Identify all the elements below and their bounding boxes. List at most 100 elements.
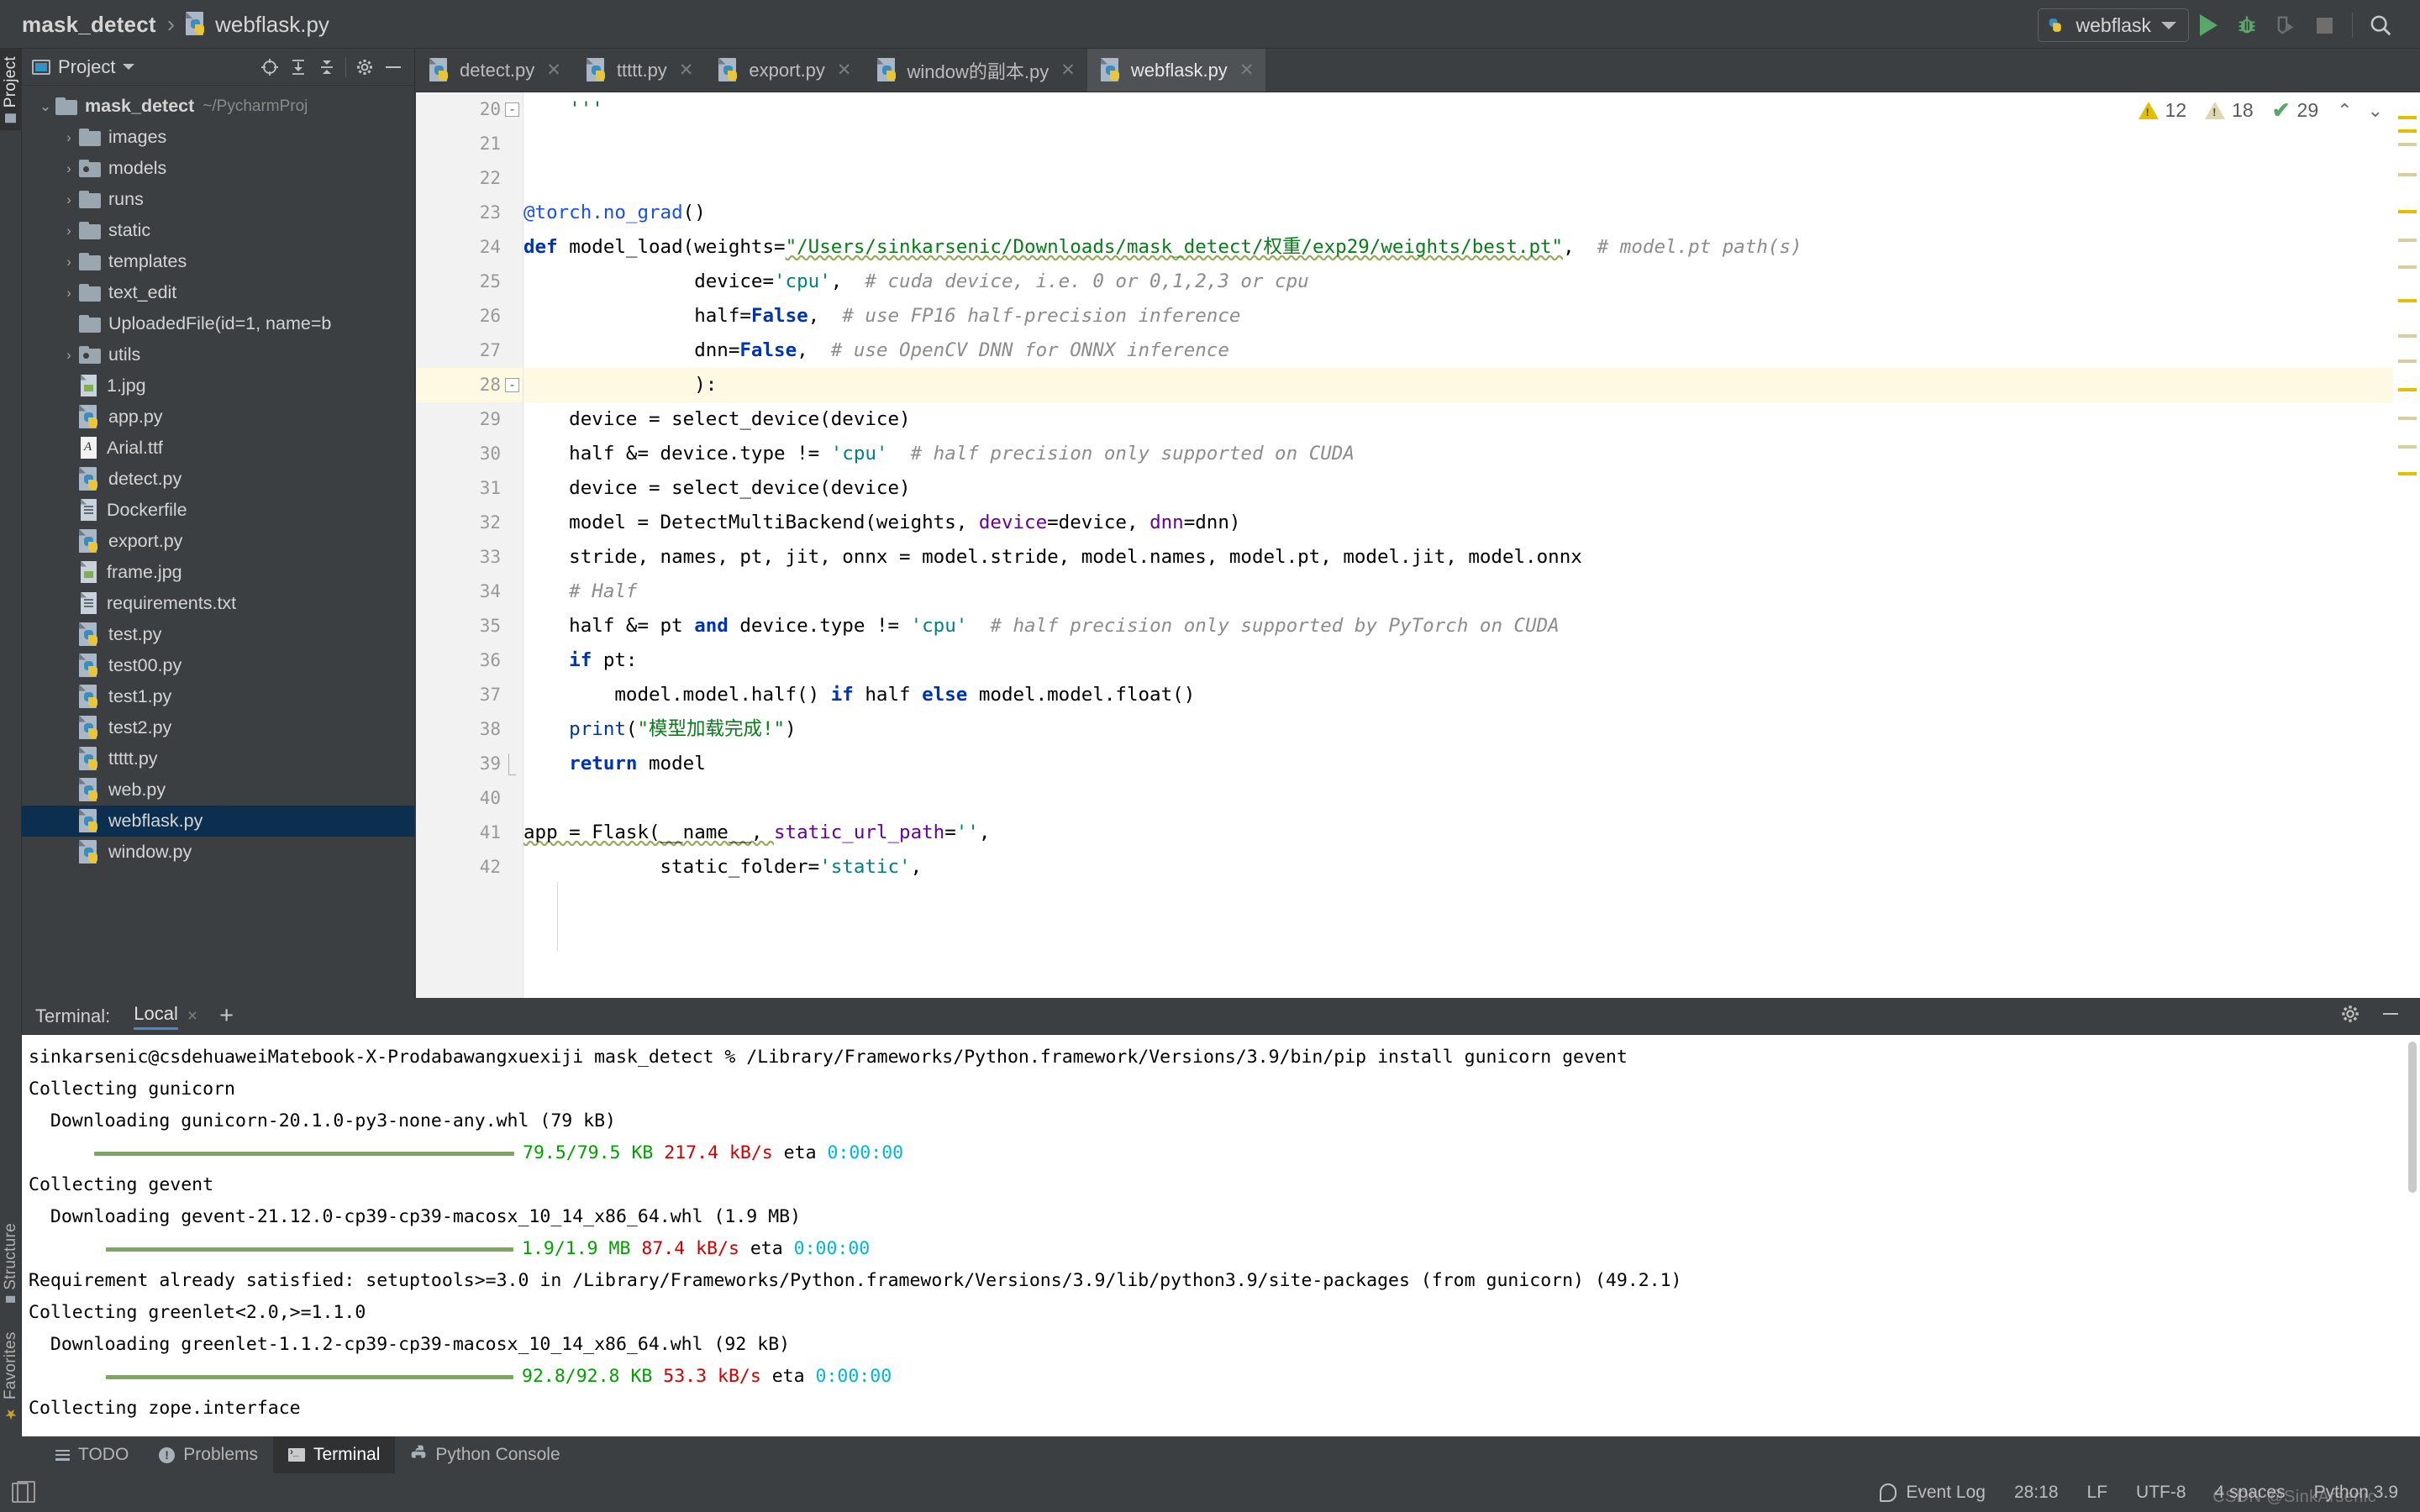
chevron-right-icon[interactable]: › [59, 347, 79, 364]
code-line[interactable]: if pt: [523, 643, 2393, 678]
inspection-marker-strip[interactable] [2393, 92, 2420, 998]
run-button[interactable] [2189, 8, 2228, 43]
editor-tab-webflask[interactable]: webflask.py ✕ [1086, 49, 1266, 92]
code-line[interactable]: # Half [523, 575, 2393, 609]
tree-item-utils[interactable]: › utils [22, 339, 414, 370]
code-line[interactable]: @torch.no_grad() [523, 196, 2393, 230]
tree-item-1-jpg[interactable]: 1.jpg [22, 370, 414, 402]
debug-button[interactable] [2228, 8, 2266, 43]
expand-all-icon[interactable] [284, 54, 313, 81]
multiple-files-icon[interactable] [12, 1481, 35, 1503]
tree-item-uploadedfile-id-1-name-b[interactable]: UploadedFile(id=1, name=b [22, 308, 414, 339]
terminal-tab-local[interactable]: Local [134, 1003, 178, 1030]
code-line[interactable]: half &= pt and device.type != 'cpu' # ha… [523, 609, 2393, 643]
chevron-down-icon[interactable] [123, 64, 135, 70]
chevron-right-icon[interactable]: › [59, 192, 79, 208]
code-line[interactable]: app = Flask(__name__, static_url_path=''… [523, 816, 2393, 850]
terminal-scrollbar[interactable] [2408, 1042, 2417, 1193]
tree-item-models[interactable]: › models [22, 153, 414, 184]
code-line[interactable]: half=False, # use FP16 half-precision in… [523, 299, 2393, 333]
editor-tab-export[interactable]: export.py ✕ [705, 49, 863, 92]
python-interpreter[interactable]: Python 3.9 [2314, 1483, 2398, 1503]
editor-tab-window的副本[interactable]: window的副本.py ✕ [864, 49, 1087, 92]
chevron-right-icon[interactable]: › [59, 285, 79, 302]
collapse-all-icon[interactable] [313, 54, 341, 81]
code-line[interactable] [523, 161, 2393, 196]
fold-region-end-icon[interactable] [508, 753, 516, 775]
tree-item-webflask-py[interactable]: webflask.py [22, 806, 414, 837]
tree-item-arial-ttf[interactable]: A Arial.ttf [22, 433, 414, 464]
tree-item-test1-py[interactable]: test1.py [22, 681, 414, 712]
terminal-output[interactable]: sinkarsenic@csdehuaweiMatebook-X-Prodaba… [22, 1035, 2420, 1436]
breadcrumb-file[interactable]: webflask.py [215, 12, 329, 38]
tree-item-window-py[interactable]: window.py [22, 837, 414, 868]
code-line[interactable] [523, 127, 2393, 161]
tree-item-requirements-txt[interactable]: requirements.txt [22, 588, 414, 619]
tree-item-test2-py[interactable]: test2.py [22, 712, 414, 743]
chevron-down-icon[interactable] [2161, 21, 2176, 29]
tree-item-detect-py[interactable]: detect.py [22, 464, 414, 495]
tree-item-test-py[interactable]: test.py [22, 619, 414, 650]
inspection-summary[interactable]: 12 18 ✔ 29 ⌃ ⌄ [2138, 97, 2383, 123]
project-tree[interactable]: ⌄ mask_detect ~/PycharmProj › images › models ›… [22, 86, 414, 998]
code-line[interactable]: model.model.half() if half else model.mo… [523, 678, 2393, 712]
code-line[interactable]: ): [523, 368, 2393, 402]
chevron-right-icon[interactable]: › [59, 254, 79, 270]
sidebar-tab-project[interactable]: Project [0, 49, 22, 131]
caret-position[interactable]: 28:18 [2014, 1483, 2059, 1503]
code-line[interactable]: def model_load(weights="/Users/sinkarsen… [523, 230, 2393, 265]
bottom-tool-todo[interactable]: TODO [40, 1436, 144, 1473]
tree-item-images[interactable]: › images [22, 122, 414, 153]
next-problem-icon[interactable]: ⌄ [2368, 100, 2383, 122]
tree-item-text-edit[interactable]: › text_edit [22, 277, 414, 308]
code-line[interactable]: return model [523, 747, 2393, 781]
chevron-right-icon[interactable]: › [59, 160, 79, 177]
stop-button[interactable] [2305, 8, 2344, 43]
code-line[interactable]: ''' [523, 92, 2393, 127]
chevron-right-icon[interactable]: › [59, 223, 79, 239]
fold-toggle-icon[interactable]: - [505, 378, 519, 392]
hide-panel-icon[interactable] [379, 54, 408, 81]
run-configuration-selector[interactable]: webflask [2037, 8, 2189, 42]
settings-gear-icon[interactable] [350, 54, 379, 81]
code-line[interactable]: static_folder='static', [523, 850, 2393, 885]
editor-tab-ttttt[interactable]: ttttt.py ✕ [573, 49, 706, 92]
new-terminal-icon[interactable]: + [219, 1004, 234, 1028]
chevron-right-icon[interactable]: › [59, 129, 79, 146]
previous-problem-icon[interactable]: ⌃ [2337, 100, 2352, 122]
run-with-coverage-button[interactable] [2266, 8, 2305, 43]
tree-item-frame-jpg[interactable]: frame.jpg [22, 557, 414, 588]
locate-icon[interactable] [255, 54, 284, 81]
code-content[interactable]: ''' @torch.no_grad() def model_load(weight… [523, 92, 2393, 998]
code-line[interactable]: print("模型加载完成!") [523, 712, 2393, 747]
breadcrumb-project[interactable]: mask_detect [22, 12, 156, 38]
tree-item-static[interactable]: › static [22, 215, 414, 246]
bottom-tool-python-console[interactable]: Python Console [395, 1436, 575, 1473]
code-line[interactable]: dnn=False, # use OpenCV DNN for ONNX inf… [523, 333, 2393, 368]
gear-icon[interactable] [2339, 1003, 2361, 1029]
tree-item-dockerfile[interactable]: Dockerfile [22, 495, 414, 526]
code-line[interactable] [523, 781, 2393, 816]
tree-item-ttttt-py[interactable]: ttttt.py [22, 743, 414, 774]
tree-item-export-py[interactable]: export.py [22, 526, 414, 557]
editor-tab-detect[interactable]: detect.py ✕ [416, 49, 573, 92]
search-everywhere-icon[interactable] [2361, 8, 2400, 43]
event-log-button[interactable]: Event Log [1880, 1483, 1986, 1503]
bottom-tool-terminal[interactable]: Terminal [273, 1436, 396, 1473]
close-tab-icon[interactable]: ✕ [679, 60, 694, 81]
file-encoding[interactable]: UTF-8 [2136, 1483, 2186, 1503]
tree-item-runs[interactable]: › runs [22, 184, 414, 215]
close-tab-icon[interactable]: ✕ [1239, 60, 1255, 81]
tree-item-mask-detect[interactable]: ⌄ mask_detect ~/PycharmProj [22, 91, 414, 122]
chevron-down-icon[interactable]: ⌄ [35, 98, 55, 115]
sidebar-tab-structure[interactable]: Structure [0, 1215, 22, 1310]
code-line[interactable]: device='cpu', # cuda device, i.e. 0 or 0… [523, 265, 2393, 299]
line-separator[interactable]: LF [2087, 1483, 2108, 1503]
code-line[interactable]: model = DetectMultiBackend(weights, devi… [523, 506, 2393, 540]
tree-item-templates[interactable]: › templates [22, 246, 414, 277]
code-editor[interactable]: 20 21 22 23 24 25 26 27 28 29 30 31 32 33 34 35 36 37 38 39… [416, 92, 2420, 998]
close-icon[interactable]: × [187, 1006, 197, 1026]
indent-setting[interactable]: 4 spaces [2215, 1483, 2286, 1503]
sidebar-tab-favorites[interactable]: ★ Favorites [0, 1324, 22, 1430]
tree-item-app-py[interactable]: app.py [22, 402, 414, 433]
